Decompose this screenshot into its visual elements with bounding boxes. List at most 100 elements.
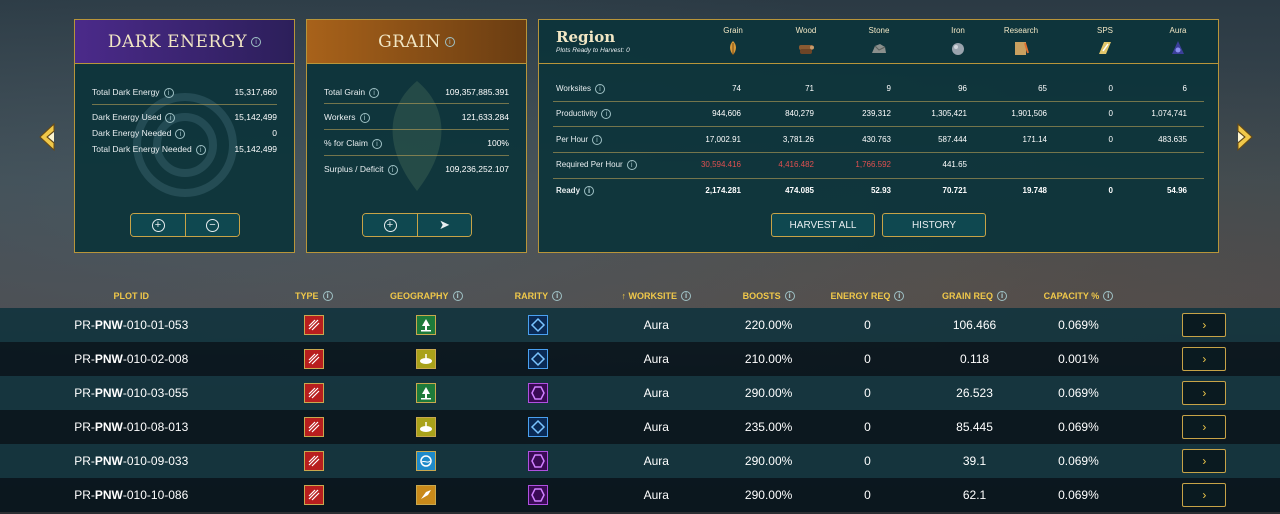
info-icon[interactable]: i (371, 138, 382, 149)
region-cell: 3,781.26 (782, 135, 814, 144)
header-energy-req[interactable]: ENERGY REQ i (814, 284, 921, 308)
row-label-worksites: Worksites i (556, 84, 605, 94)
info-icon[interactable]: i (452, 291, 463, 302)
region-cell: 70.721 (942, 186, 967, 195)
action-cell: › (1128, 478, 1280, 512)
harvest-all-button[interactable]: HARVEST ALL (771, 213, 875, 237)
geography-badlands-icon (416, 485, 437, 505)
open-plot-button[interactable]: › (1182, 347, 1227, 371)
divider (324, 155, 509, 156)
info-icon[interactable]: i (784, 291, 795, 302)
plot-id: PR-PNW-010-10-086 (0, 478, 263, 512)
type-cell (262, 410, 366, 444)
table-row[interactable]: PR-PNW-010-08-013 Aura 235.00% 0 85.445 0.069… (0, 410, 1280, 444)
info-icon[interactable]: i (1103, 291, 1114, 302)
plus-icon: + (383, 218, 397, 232)
action-cell: › (1128, 342, 1280, 376)
table-row[interactable]: PR-PNW-010-10-086 Aura 290.00% 0 62.1 0.069% › (0, 478, 1280, 512)
open-plot-button[interactable]: › (1182, 483, 1227, 507)
header-capacity[interactable]: CAPACITY % i (1028, 284, 1128, 308)
next-arrow-icon[interactable] (1232, 122, 1256, 152)
rarity-cell (487, 444, 590, 478)
info-icon[interactable]: i (552, 291, 563, 302)
table-row[interactable]: PR-PNW-010-01-053 Aura 220.00% 0 106.466 0.06… (0, 308, 1280, 342)
row-label-ready: Ready i (556, 186, 595, 196)
open-plot-button[interactable]: › (1182, 449, 1227, 473)
header-plot-id[interactable]: PLOT ID (0, 284, 262, 308)
plot-id: PR-PNW-010-01-053 (0, 308, 263, 342)
geography-cell (365, 478, 488, 512)
energy-req-cell: 0 (814, 410, 921, 444)
region-cell: 483.635 (1158, 135, 1187, 144)
grain-req-cell: 0.118 (920, 342, 1029, 376)
open-plot-button[interactable]: › (1182, 381, 1227, 405)
region-cell: 1,305,421 (931, 109, 967, 118)
header-rarity[interactable]: RARITY i (487, 284, 589, 308)
previous-arrow-icon[interactable] (36, 122, 60, 152)
remove-dark-energy-button[interactable]: − (185, 214, 239, 236)
divider (324, 103, 509, 104)
grain-title: GRAIN (378, 31, 441, 52)
header-grain-req[interactable]: GRAIN REQ i (921, 284, 1028, 308)
header-geography[interactable]: GEOGRAPHY i (365, 284, 487, 308)
info-icon[interactable]: i (251, 36, 262, 47)
region-cell: 587.444 (938, 135, 967, 144)
info-icon[interactable]: i (997, 291, 1008, 302)
worksite-cell: Aura (589, 342, 724, 376)
table-row[interactable]: PR-PNW-010-09-033 Aura 290.00% 0 39.1 0.069% › (0, 444, 1280, 478)
grain-req-cell: 85.445 (920, 410, 1029, 444)
header-worksite[interactable]: ↑ WORKSITE i (589, 284, 723, 308)
boosts-cell: 235.00% (723, 410, 815, 444)
region-subtitle: Plots Ready to Harvest: 0 (556, 47, 630, 54)
info-icon[interactable]: i (387, 164, 398, 175)
stat-row: Surplus / Deficit i 109,236,252.107 (324, 164, 509, 175)
region-cell: 30,594.416 (700, 160, 741, 169)
info-icon[interactable]: i (359, 112, 370, 123)
region-cell: 430.763 (862, 135, 891, 144)
sort-asc-icon: ↑ (621, 290, 627, 301)
geography-cell (365, 444, 488, 478)
geography-cell (365, 308, 488, 342)
header-type[interactable]: TYPE i (262, 284, 365, 308)
open-plot-button[interactable]: › (1182, 415, 1227, 439)
info-icon[interactable]: i (444, 36, 455, 47)
column-sps: SPS (1080, 26, 1130, 59)
table-row[interactable]: PR-PNW-010-03-055 Aura 290.00% 0 26.523 0.069… (0, 376, 1280, 410)
info-icon[interactable]: i (163, 87, 174, 98)
info-icon[interactable]: i (322, 291, 333, 302)
info-icon[interactable]: i (592, 135, 603, 145)
energy-req-cell: 0 (814, 478, 921, 512)
grain-req-cell: 39.1 (920, 444, 1029, 478)
region-cell: 171.14 (1022, 135, 1047, 144)
worksite-cell: Aura (589, 410, 724, 444)
aura-icon (1172, 41, 1184, 54)
info-icon[interactable]: i (195, 144, 206, 155)
info-icon[interactable]: i (594, 84, 605, 94)
history-button[interactable]: HISTORY (882, 213, 986, 237)
energy-req-cell: 0 (814, 376, 921, 410)
info-icon[interactable]: i (601, 109, 612, 119)
type-cell (262, 376, 366, 410)
rarity-epic-icon (528, 383, 549, 403)
info-icon[interactable]: i (626, 160, 637, 170)
type-red-icon (303, 451, 324, 471)
header-boosts[interactable]: BOOSTS i (723, 284, 814, 308)
info-icon[interactable]: i (681, 291, 692, 302)
add-grain-button[interactable]: + (363, 214, 417, 236)
info-icon[interactable]: i (369, 87, 380, 98)
info-icon[interactable]: i (894, 291, 905, 302)
info-icon[interactable]: i (175, 128, 186, 139)
info-icon[interactable]: i (165, 112, 176, 123)
table-row[interactable]: PR-PNW-010-02-008 Aura 210.00% 0 0.118 0.001%… (0, 342, 1280, 376)
add-dark-energy-button[interactable]: + (131, 214, 185, 236)
info-icon[interactable]: i (584, 186, 595, 196)
rarity-cell (487, 342, 590, 376)
plot-id: PR-PNW-010-08-013 (0, 410, 263, 444)
column-research: Research (996, 26, 1046, 59)
region-cell: 441.65 (942, 160, 967, 169)
capacity-cell: 0.069% (1028, 308, 1129, 342)
send-grain-button[interactable]: ➤ (417, 214, 471, 236)
open-plot-button[interactable]: › (1182, 313, 1227, 337)
chevron-right-icon: › (1202, 488, 1207, 502)
grain-panel: GRAIN i Total Grain i 109,357,885.391 Worke… (306, 19, 527, 253)
